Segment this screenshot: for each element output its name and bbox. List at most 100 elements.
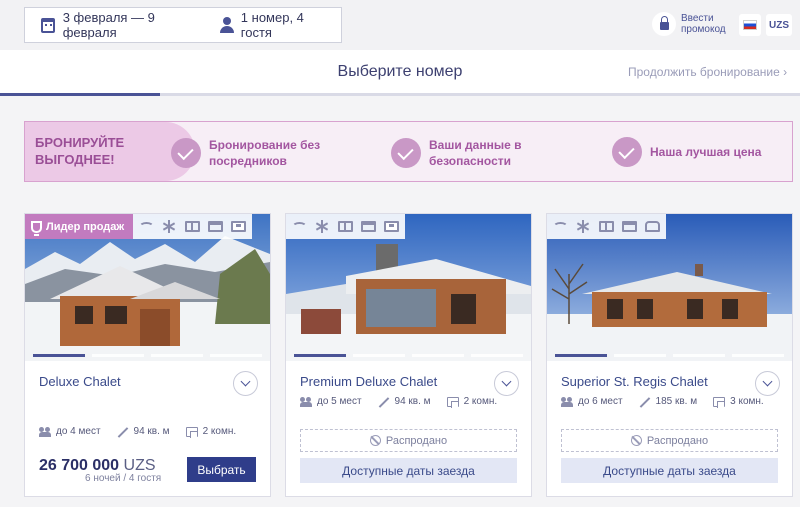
sold-out-status: Распродано bbox=[561, 429, 778, 452]
room-name[interactable]: Premium Deluxe Chalet bbox=[300, 374, 437, 389]
language-selector[interactable] bbox=[739, 14, 761, 36]
area-icon bbox=[117, 427, 129, 437]
available-dates-button[interactable]: Доступные даты заезда bbox=[561, 458, 778, 483]
wifi-icon bbox=[139, 222, 154, 231]
area-text: 94 кв. м bbox=[394, 396, 431, 407]
user-icon bbox=[220, 17, 235, 33]
benefit-item: Ваши данные в безопасности bbox=[391, 137, 539, 169]
capacity-text: до 4 мест bbox=[56, 426, 101, 437]
snowflake-icon bbox=[162, 220, 177, 233]
progress-track bbox=[0, 93, 800, 96]
pager-dot[interactable] bbox=[151, 354, 203, 357]
continue-booking-label: Продолжить бронирование bbox=[628, 65, 780, 79]
bed-icon bbox=[208, 221, 223, 232]
dates-text: 3 февраля — 9 февраля bbox=[62, 10, 155, 40]
search-summary[interactable]: 3 февраля — 9 февраля 1 номер, 4 гостя bbox=[24, 7, 342, 43]
wifi-icon bbox=[292, 222, 307, 231]
area: 94 кв. м bbox=[117, 426, 170, 437]
people-icon bbox=[561, 396, 573, 407]
capacity-text: до 5 мест bbox=[317, 396, 362, 407]
amenities-bar bbox=[547, 214, 666, 239]
capacity: до 4 мест bbox=[39, 426, 101, 437]
bed-icon bbox=[361, 221, 376, 232]
rooms-text: 2 комн. bbox=[463, 396, 498, 407]
pager-dot[interactable] bbox=[412, 354, 464, 357]
benefit-label: Наша лучшая цена bbox=[650, 145, 762, 159]
banner-headline: БРОНИРУЙТЕ ВЫГОДНЕЕ! bbox=[25, 122, 195, 181]
top-bar: 3 февраля — 9 февраля 1 номер, 4 гостя В… bbox=[0, 0, 800, 50]
area-icon bbox=[639, 397, 651, 407]
photo-pager[interactable] bbox=[33, 354, 262, 357]
benefit-item: Наша лучшая цена bbox=[612, 137, 761, 167]
dates-selector[interactable]: 3 февраля — 9 февраля bbox=[25, 8, 208, 42]
room-card: Лидер продаж Deluxe Chalet до 4 мест 94 … bbox=[24, 213, 271, 497]
room-photo[interactable]: Лидер продаж bbox=[25, 214, 270, 361]
pager-dot[interactable] bbox=[210, 354, 262, 357]
area: 94 кв. м bbox=[378, 396, 431, 407]
currency-selector[interactable]: UZS bbox=[766, 14, 792, 36]
book-icon bbox=[185, 221, 200, 232]
nights-info: 6 ночей / 4 гостя bbox=[85, 473, 162, 484]
pager-dot[interactable] bbox=[555, 354, 607, 357]
snowflake-icon bbox=[315, 220, 330, 233]
bed-icon bbox=[622, 221, 637, 232]
top-seller-badge: Лидер продаж bbox=[25, 214, 133, 239]
capacity: до 6 мест bbox=[561, 396, 623, 407]
lock-icon-wrap bbox=[652, 12, 676, 36]
photo-pager[interactable] bbox=[294, 354, 523, 357]
sold-out-text: Распродано bbox=[646, 434, 709, 447]
pager-dot[interactable] bbox=[614, 354, 666, 357]
room-photo[interactable] bbox=[547, 214, 792, 361]
room-name[interactable]: Deluxe Chalet bbox=[39, 374, 121, 389]
people-icon bbox=[39, 426, 51, 437]
book-icon bbox=[338, 221, 353, 232]
expand-chevron-icon[interactable] bbox=[233, 371, 258, 396]
pager-dot[interactable] bbox=[471, 354, 523, 357]
expand-chevron-icon[interactable] bbox=[494, 371, 519, 396]
capacity: до 5 мест bbox=[300, 396, 362, 407]
pager-dot[interactable] bbox=[294, 354, 346, 357]
wifi-icon bbox=[553, 222, 568, 231]
pager-dot[interactable] bbox=[673, 354, 725, 357]
benefit-item: Бронирование без посредников bbox=[171, 137, 339, 169]
guests-selector[interactable]: 1 номер, 4 гостя bbox=[208, 8, 341, 42]
expand-chevron-icon[interactable] bbox=[755, 371, 780, 396]
photo-pager[interactable] bbox=[555, 354, 784, 357]
lock-icon bbox=[659, 16, 669, 30]
rooms-icon bbox=[713, 396, 726, 408]
people-icon bbox=[300, 396, 312, 407]
rooms-icon bbox=[446, 396, 459, 408]
snowflake-icon bbox=[576, 220, 591, 233]
phone-icon bbox=[645, 221, 660, 232]
check-icon bbox=[171, 138, 201, 168]
room-count: 3 комн. bbox=[713, 396, 764, 408]
trophy-icon bbox=[31, 220, 42, 236]
price-amount: 26 700 000 bbox=[39, 457, 120, 474]
area-icon bbox=[378, 397, 390, 407]
room-facts: до 6 мест 185 кв. м 3 комн. bbox=[561, 396, 780, 408]
rooms-text: 3 комн. bbox=[730, 396, 764, 407]
rooms-text: 2 комн. bbox=[202, 426, 237, 437]
room-card: Superior St. Regis Chalet до 6 мест 185 … bbox=[546, 213, 793, 497]
promo-code-link[interactable]: Ввести промокод bbox=[652, 12, 726, 36]
check-icon bbox=[391, 138, 421, 168]
room-name[interactable]: Superior St. Regis Chalet bbox=[561, 374, 708, 389]
available-dates-button[interactable]: Доступные даты заезда bbox=[300, 458, 517, 483]
no-entry-icon bbox=[369, 435, 381, 446]
pager-dot[interactable] bbox=[353, 354, 405, 357]
pager-dot[interactable] bbox=[33, 354, 85, 357]
progress-fill bbox=[0, 93, 160, 96]
continue-booking-link[interactable]: Продолжить бронирование › bbox=[628, 65, 787, 79]
price-currency: UZS bbox=[123, 457, 156, 474]
russian-flag-icon bbox=[743, 20, 757, 30]
room-card: Premium Deluxe Chalet до 5 мест 94 кв. м… bbox=[285, 213, 532, 497]
pager-dot[interactable] bbox=[732, 354, 784, 357]
pager-dot[interactable] bbox=[92, 354, 144, 357]
book-icon bbox=[599, 221, 614, 232]
benefit-label: Ваши данные в безопасности bbox=[429, 138, 522, 168]
room-count: 2 комн. bbox=[446, 396, 498, 408]
benefits-banner: БРОНИРУЙТЕ ВЫГОДНЕЕ! Бронирование без по… bbox=[24, 121, 793, 182]
sold-out-text: Распродано bbox=[385, 434, 448, 447]
room-photo[interactable] bbox=[286, 214, 531, 361]
select-button[interactable]: Выбрать bbox=[187, 457, 256, 482]
